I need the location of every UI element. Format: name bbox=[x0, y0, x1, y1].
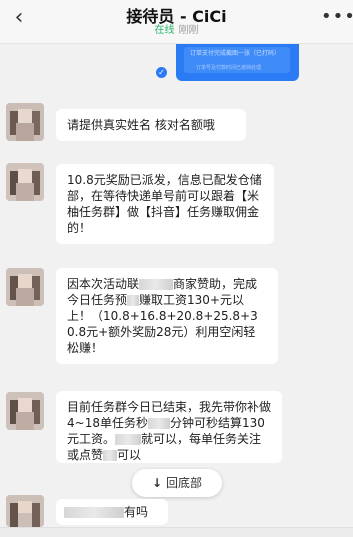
message-text: 10.8元奖励已派发，信息已配发仓储部，在等待快递单号前可以跟着【米柚任务群】做… bbox=[67, 173, 262, 235]
online-status: 在线 bbox=[154, 25, 175, 36]
avatar[interactable] bbox=[6, 163, 44, 201]
message-bubble: 有吗 bbox=[56, 499, 168, 525]
read-receipt-icon: ✓ bbox=[156, 67, 167, 78]
status-row: 在线 刚刚 bbox=[0, 25, 353, 37]
more-options-icon[interactable]: ••• bbox=[321, 6, 353, 28]
status-time: 刚刚 bbox=[178, 25, 199, 36]
chat-screen: ‹ 接待员 - CiCi 在线 刚刚 ••• 订单支付完成截图一张（已打码） 订单… bbox=[0, 0, 353, 537]
redacted-text bbox=[139, 279, 174, 290]
redacted-text bbox=[103, 450, 118, 461]
message-bubble: 因本次活动联 商家赞助，完成今日任务预 赚取工资130+元以上！（10.8+16.8… bbox=[56, 268, 278, 364]
avatar[interactable] bbox=[6, 495, 44, 527]
message-bubble: 目前任务群今日已结束，我先带你补做4~18单任务秒 分钟可秒结算130元工资。 就可… bbox=[56, 391, 282, 463]
avatar[interactable] bbox=[6, 268, 44, 306]
arrow-down-icon: ↓ bbox=[151, 476, 163, 490]
redacted-text bbox=[64, 507, 124, 518]
avatar[interactable] bbox=[6, 392, 44, 430]
chat-header: ‹ 接待员 - CiCi 在线 刚刚 ••• bbox=[0, 0, 353, 44]
redacted-text bbox=[147, 418, 170, 429]
message-text-part: 因本次活动联 bbox=[67, 277, 140, 291]
message-text: 有吗 bbox=[124, 505, 149, 519]
message-bubble: 请提供真实姓名 核对名额哦 bbox=[56, 109, 246, 141]
back-to-bottom-label: 回底部 bbox=[166, 476, 203, 490]
message-text-part: 可以 bbox=[117, 448, 142, 462]
message-text: 请提供真实姓名 核对名额哦 bbox=[67, 118, 215, 132]
avatar[interactable] bbox=[6, 103, 44, 141]
image-caption-line: 订单支付完成截图一张（已打码） bbox=[190, 50, 281, 57]
back-to-bottom-button[interactable]: ↓ 回底部 bbox=[132, 469, 222, 497]
message-bubble: 10.8元奖励已派发，信息已配发仓储部，在等待快递单号前可以跟着【米柚任务群】做… bbox=[56, 164, 274, 244]
image-caption-subline: 订单号及付款时间已遮挡处理 bbox=[196, 65, 262, 71]
redacted-text bbox=[115, 434, 142, 445]
redacted-text bbox=[127, 295, 140, 306]
chat-title: 接待员 - CiCi bbox=[126, 7, 227, 26]
input-bar-edge bbox=[0, 527, 353, 537]
